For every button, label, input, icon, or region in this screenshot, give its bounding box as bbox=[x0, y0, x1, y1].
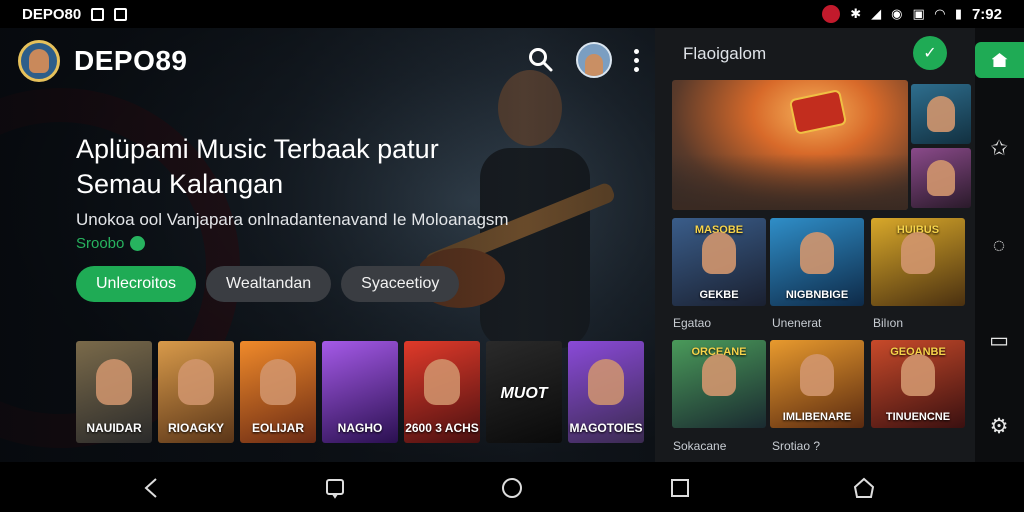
wifi-icon: ◠ bbox=[934, 6, 945, 21]
app-notification-icon bbox=[822, 5, 841, 23]
more-options-icon[interactable] bbox=[634, 48, 639, 72]
grid-label: Sokacane bbox=[673, 439, 727, 453]
grid-label: Bilıon bbox=[873, 316, 904, 330]
chip[interactable]: Unlecroitos bbox=[76, 266, 197, 302]
logo-avatar-icon bbox=[18, 40, 60, 82]
battery-icon: ▮ bbox=[954, 6, 962, 21]
status-left-text: DEPO80 bbox=[22, 5, 82, 23]
hero-banner[interactable]: DEPO89 Aplüpami Music Terbaak patur Sema… bbox=[0, 28, 655, 462]
chip[interactable]: Wealtandan bbox=[206, 266, 332, 302]
signal-icon: ◢ bbox=[871, 6, 882, 21]
top-actions bbox=[528, 42, 639, 78]
notification-icon: ▣ bbox=[912, 6, 925, 21]
notification-icon bbox=[114, 7, 128, 21]
home-icon[interactable] bbox=[975, 42, 1024, 78]
side-card[interactable] bbox=[911, 148, 971, 208]
profile-avatar[interactable] bbox=[576, 42, 612, 78]
status-time: 7:92 bbox=[971, 5, 1002, 23]
chat-icon[interactable]: ◌ bbox=[987, 234, 1011, 258]
star-icon[interactable]: ✩ bbox=[987, 136, 1011, 160]
system-nav-bar bbox=[0, 462, 1024, 512]
house-icon[interactable] bbox=[852, 476, 876, 500]
grid-label: Unenerat bbox=[772, 316, 822, 330]
thumbnail-card[interactable]: NAGHO bbox=[322, 341, 398, 443]
grid-card[interactable]: ORCEANE bbox=[672, 340, 766, 428]
chip[interactable]: Syaceetioy bbox=[341, 266, 460, 302]
grid-card[interactable]: NIGBNBIGE bbox=[770, 218, 864, 306]
search-icon[interactable] bbox=[528, 47, 554, 73]
thumbnail-card[interactable]: MUOT bbox=[486, 341, 562, 443]
settings-icon[interactable]: ⚙ bbox=[987, 414, 1011, 438]
side-card[interactable] bbox=[911, 84, 971, 144]
bookmark-icon[interactable]: ▭ bbox=[987, 328, 1011, 352]
grid-label: Srotiao ? bbox=[772, 439, 821, 453]
grid-label: Egatao bbox=[673, 316, 712, 330]
overview-icon[interactable] bbox=[668, 476, 692, 500]
featured-stamp bbox=[788, 88, 848, 136]
app-name: DEPO89 bbox=[74, 45, 188, 76]
spark-icon bbox=[130, 236, 146, 251]
check-icon[interactable]: ✓ bbox=[913, 36, 947, 70]
thumbnail-card[interactable]: NAUIDAR bbox=[76, 341, 152, 443]
thumbnail-card[interactable]: RIOAGKY bbox=[158, 341, 234, 443]
thumbnail-row: NAUIDAR RIOAGKY EOLIJAR NAGHO 2600 3 ACH… bbox=[76, 341, 644, 443]
home-circle-icon[interactable] bbox=[500, 476, 524, 500]
recommendation-panel: Flaoigalom ✓ MASOBE GEKBE NIGBNBIGE HUIBU… bbox=[655, 28, 975, 462]
thumbnail-card[interactable]: EOLIJAR bbox=[240, 341, 316, 443]
recents-chat-icon[interactable] bbox=[323, 476, 347, 500]
panel-title: Flaoigalom bbox=[683, 44, 767, 63]
grid-card[interactable]: GEOANBE TINUENCNE bbox=[871, 340, 965, 428]
thumbnail-card[interactable]: MAGOTOIES bbox=[568, 341, 644, 443]
grid-card[interactable]: HUIBUS bbox=[871, 218, 965, 306]
status-bar: DEPO80 ✱ ◢ ◉ ▣ ◠ ▮ 7:92 bbox=[0, 0, 1024, 28]
hero-headline: Aplüpami Music Terbaak patur Semau Kalan… bbox=[76, 134, 439, 199]
alarm-icon: ◉ bbox=[891, 6, 903, 21]
hero-subline: Unokoa ool Vanjapara onlnadantenavand Ie… bbox=[76, 210, 509, 229]
app-logo[interactable]: DEPO89 bbox=[18, 40, 188, 82]
side-rail: ✩ ◌ ▭ ⚙ bbox=[975, 28, 1024, 462]
hero-link[interactable]: Sroobo bbox=[76, 235, 146, 252]
back-icon[interactable] bbox=[140, 476, 164, 500]
notification-icon bbox=[91, 7, 105, 21]
category-chips: Unlecroitos Wealtandan Syaceetioy bbox=[76, 266, 460, 302]
thumbnail-card[interactable]: 2600 3 ACHS bbox=[404, 341, 480, 443]
grid-card[interactable]: IMLIBENARE bbox=[770, 340, 864, 428]
grid-card[interactable]: MASOBE GEKBE bbox=[672, 218, 766, 306]
bluetooth-icon: ✱ bbox=[850, 6, 862, 21]
featured-crowd bbox=[672, 154, 908, 210]
hero-link-label: Sroobo bbox=[76, 235, 125, 252]
featured-card[interactable] bbox=[672, 80, 908, 210]
